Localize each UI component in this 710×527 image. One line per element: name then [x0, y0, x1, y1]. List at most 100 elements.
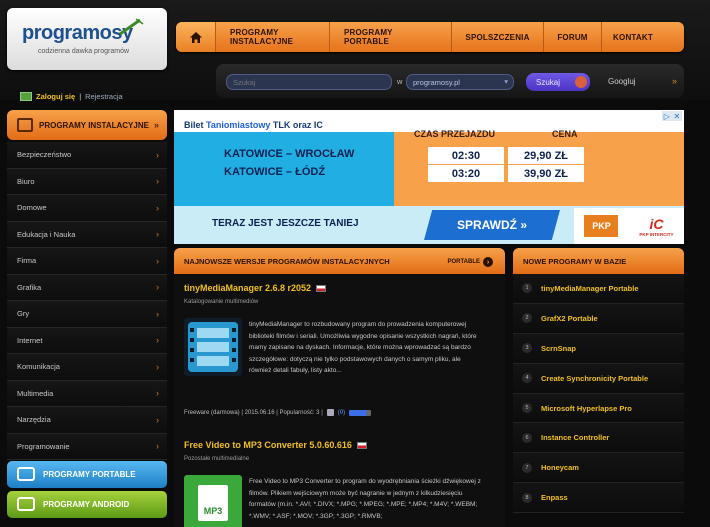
intercity-logo-sub: PKP INTERCITY: [639, 231, 674, 237]
new-program-link[interactable]: Honeycam: [541, 463, 579, 472]
sidebar-item-edukacja[interactable]: Edukacja i Nauka: [7, 221, 167, 248]
arrow-right-icon: ›: [483, 257, 493, 267]
nav-item-spolszczenia[interactable]: SPOLSZCZENIA: [452, 22, 544, 52]
new-program-item[interactable]: 2 GrafX2 Portable: [513, 303, 684, 334]
latest-programs-header: NAJNOWSZE WERSJE PROGRAMÓW INSTALACYJNYC…: [174, 248, 505, 274]
mp3-label: MP3: [203, 506, 223, 516]
search-input[interactable]: [226, 74, 392, 90]
program-thumbnail[interactable]: [184, 318, 242, 376]
sidebar-item-firma[interactable]: Firma: [7, 248, 167, 275]
new-program-link[interactable]: tinyMediaManager Portable: [541, 284, 639, 293]
sidebar-category-list: Bezpieczeństwo Biuro Domowe Edukacja i N…: [7, 142, 167, 460]
latest-programs-title: NAJNOWSZE WERSJE PROGRAMÓW INSTALACYJNYC…: [184, 256, 390, 266]
program-category[interactable]: Pozostałe multimedialne: [184, 456, 494, 462]
sidebar-item-komunikacja[interactable]: Komunikacja: [7, 354, 167, 381]
register-link[interactable]: Rejestracja: [85, 92, 123, 101]
item-number: 8: [522, 492, 532, 503]
login-separator: |: [79, 91, 82, 101]
logo-text[interactable]: programosy: [22, 22, 133, 45]
program-title-link[interactable]: tinyMediaManager 2.6.8 r2052: [184, 283, 311, 293]
sidebar-item-multimedia[interactable]: Multimedia: [7, 380, 167, 407]
item-number: 4: [522, 373, 532, 384]
new-programs-header: NOWE PROGRAMY W BAZIE: [513, 248, 684, 274]
new-program-item[interactable]: 4 Create Synchronicity Portable: [513, 363, 684, 394]
nav-item-programy-instalacyjne[interactable]: PROGRAMY INSTALACYJNE: [216, 22, 330, 52]
syringe-icon: [119, 18, 144, 36]
sidebar-item-grafika[interactable]: Grafika: [7, 274, 167, 301]
banner-title-prefix: Bilet: [184, 120, 204, 130]
sidebar-item-bezpieczenstwo[interactable]: Bezpieczeństwo: [7, 142, 167, 169]
comments-icon: [326, 409, 334, 416]
programy-android-label: PROGRAMY ANDROID: [43, 500, 130, 509]
new-programs-list: 1 tinyMediaManager Portable 2 GrafX2 Por…: [513, 274, 684, 514]
portable-switch-label: PORTABLE: [447, 259, 480, 265]
banner-col-time: CZAS PRZEJAZDU: [414, 129, 496, 139]
search-button-label: Szukaj: [536, 77, 561, 87]
nav-item-kontakt[interactable]: KONTAKT: [602, 22, 664, 52]
new-program-link[interactable]: GrafX2 Portable: [541, 314, 598, 323]
program-category[interactable]: Katalogowanie multimediów: [184, 299, 494, 305]
new-program-link[interactable]: Enpass: [541, 493, 568, 502]
intercity-logo: iC PKP INTERCITY: [639, 216, 673, 237]
new-program-item[interactable]: 8 Enpass: [513, 483, 684, 514]
new-program-link[interactable]: Instance Controller: [541, 433, 609, 442]
banner-time: 03:20: [428, 165, 504, 182]
googluj-arrow-icon[interactable]: »: [672, 76, 677, 86]
polish-flag-icon: [356, 441, 367, 449]
polish-flag-icon: [316, 284, 327, 292]
pkp-logo: PKP: [584, 215, 619, 237]
programy-portable-label: PROGRAMY PORTABLE: [43, 470, 136, 479]
search-site-select[interactable]: programosy.pl: [406, 74, 514, 90]
nav-item-forum[interactable]: FORUM: [544, 22, 602, 52]
nav-home-button[interactable]: [176, 22, 216, 52]
sidebar-header[interactable]: PROGRAMY INSTALACYJNE »: [7, 110, 167, 140]
comments-count[interactable]: (0): [338, 410, 345, 416]
programy-android-button[interactable]: PROGRAMY ANDROID: [7, 491, 167, 518]
item-number: 3: [522, 343, 532, 354]
banner-route: KATOWICE – WROCŁAW: [224, 148, 355, 160]
new-program-item[interactable]: 3 ScrnSnap: [513, 333, 684, 364]
program-entry: tinyMediaManager 2.6.8 r2052 Katalogowan…: [184, 283, 494, 423]
sidebar-item-domowe[interactable]: Domowe: [7, 195, 167, 222]
sidebar-item-internet[interactable]: Internet: [7, 327, 167, 354]
programy-portable-button[interactable]: PROGRAMY PORTABLE: [7, 461, 167, 488]
banner-col-price: CENA: [552, 129, 578, 139]
main-nav: PROGRAMY INSTALACYJNE PROGRAMY PORTABLE …: [176, 22, 684, 52]
new-program-link[interactable]: Microsoft Hyperlapse Pro: [541, 404, 632, 413]
sidebar-item-narzedzia[interactable]: Narzędzia: [7, 407, 167, 434]
mp3-file-icon: MP3: [198, 485, 228, 521]
sidebar-item-biuro[interactable]: Biuro: [7, 168, 167, 195]
intercity-logo-mark: iC: [649, 215, 664, 232]
program-title-link[interactable]: Free Video to MP3 Converter 5.0.60.616: [184, 440, 352, 450]
program-thumbnail[interactable]: MP3: [184, 475, 242, 527]
banner-route: KATOWICE – ŁÓDŹ: [224, 166, 326, 178]
ad-choices-icon[interactable]: ▷ ✕: [662, 111, 682, 121]
search-button[interactable]: Szukaj: [526, 73, 590, 91]
new-program-link[interactable]: ScrnSnap: [541, 344, 576, 353]
login-link[interactable]: Zaloguj się: [36, 92, 75, 101]
new-program-link[interactable]: Create Synchronicity Portable: [541, 374, 648, 383]
login-row: Zaloguj się | Rejestracja: [20, 90, 123, 102]
sidebar-item-programowanie[interactable]: Programowanie: [7, 433, 167, 460]
banner-cta-button[interactable]: SPRAWDŹ »: [424, 210, 560, 240]
new-program-item[interactable]: 6 Instance Controller: [513, 423, 684, 454]
sidebar-item-gry[interactable]: Gry: [7, 301, 167, 328]
android-icon: [17, 497, 35, 511]
program-entry: Free Video to MP3 Converter 5.0.60.616 P…: [184, 440, 494, 527]
item-number: 2: [522, 313, 532, 324]
program-meta: Freeware (darmowa) | 2015.06.16 | Popula…: [184, 409, 372, 416]
banner-ad[interactable]: Bilet Taniomiastowy TLK oraz IC ▷ ✕ CZAS …: [174, 110, 684, 244]
new-program-item[interactable]: 5 Microsoft Hyperlapse Pro: [513, 393, 684, 424]
banner-time: 02:30: [428, 147, 504, 164]
new-program-item[interactable]: 7 Honeycam: [513, 453, 684, 484]
new-program-item[interactable]: 1 tinyMediaManager Portable: [513, 274, 684, 304]
film-strip-icon: [188, 322, 238, 372]
usb-icon: [17, 467, 35, 481]
banner-title: Bilet Taniomiastowy TLK oraz IC: [184, 120, 323, 130]
program-meta-text: Freeware (darmowa) | 2015.06.16 | Popula…: [184, 409, 323, 416]
program-description: tinyMediaManager to rozbudowany program …: [249, 321, 477, 374]
item-number: 1: [522, 283, 532, 294]
portable-switch-link[interactable]: PORTABLE ›: [447, 257, 493, 267]
googluj-link[interactable]: Googluj: [608, 77, 636, 86]
nav-item-programy-portable[interactable]: PROGRAMY PORTABLE: [330, 22, 452, 52]
